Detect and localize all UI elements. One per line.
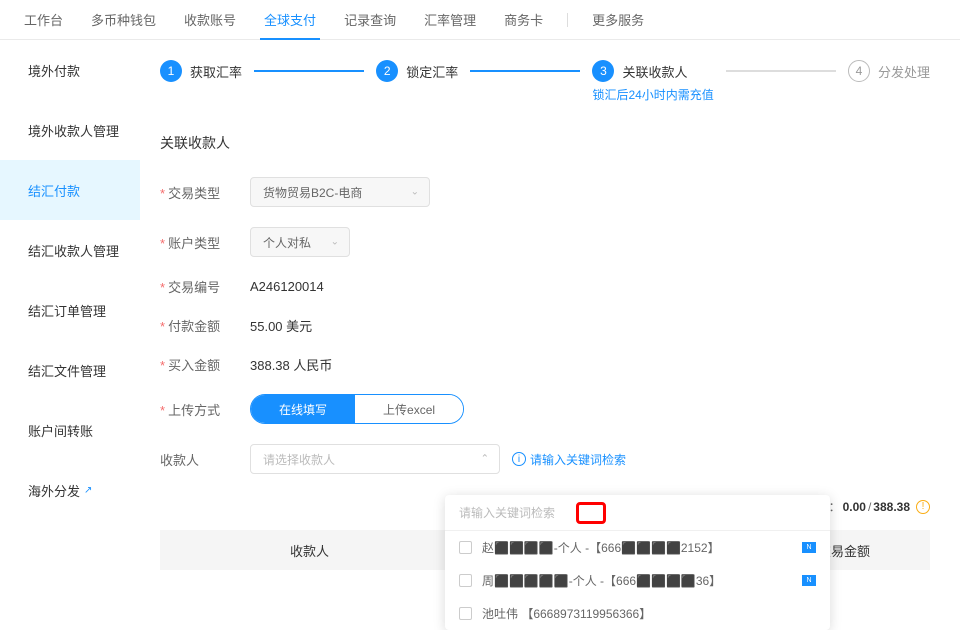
select-trade-type[interactable]: 货物贸易B2C-电商⌄ xyxy=(250,177,430,207)
row-acct-type: *账户类型 个人对私⌄ xyxy=(160,227,930,257)
label-upload: *上传方式 xyxy=(160,400,250,419)
step-4-label: 分发处理 xyxy=(878,62,930,81)
value-trade-no: A246120014 xyxy=(250,279,324,294)
tab-global-pay[interactable]: 全球支付 xyxy=(250,0,330,40)
row-upload: *上传方式 在线填写 上传excel xyxy=(160,394,930,424)
section-title: 关联收款人 xyxy=(160,133,930,153)
checkbox[interactable] xyxy=(459,607,472,620)
step-3-num: 3 xyxy=(592,60,614,82)
label-buy-amt: *买入金额 xyxy=(160,355,250,374)
dropdown-search-input[interactable] xyxy=(459,506,816,520)
payee-hint: i 请输入关键词检索 xyxy=(512,451,626,468)
payee-dropdown: 赵⬛⬛⬛⬛-个人 -【666⬛⬛⬛⬛2152】 N 周⬛⬛⬛⬛⬛-个人 -【66… xyxy=(445,495,830,630)
step-2-label: 锁定汇率 xyxy=(406,62,458,81)
dropdown-item[interactable]: 池吐伟 【6668973119956366】 xyxy=(445,597,830,630)
dropdown-item-text: 池吐伟 【6668973119956366】 xyxy=(482,605,816,622)
sidebar-overseas-distribute[interactable]: 海外分发↗ xyxy=(0,460,140,520)
select-acct-type[interactable]: 个人对私⌄ xyxy=(250,227,350,257)
row-trade-no: *交易编号 A246120014 xyxy=(160,277,930,296)
new-tag-icon: N xyxy=(802,575,816,586)
dropdown-item[interactable]: 周⬛⬛⬛⬛⬛-个人 -【666⬛⬛⬛⬛36】 N xyxy=(445,564,830,597)
step-line-3 xyxy=(726,70,836,72)
label-payee: 收款人 xyxy=(160,450,250,469)
step-3: 3 关联收款人 锁汇后24小时内需充值 xyxy=(592,60,713,103)
step-2-num: 2 xyxy=(376,60,398,82)
info-icon: i xyxy=(512,452,526,466)
select-payee[interactable]: 请选择收款人⌃ xyxy=(250,444,500,474)
step-line-1 xyxy=(254,70,364,72)
dropdown-list: 赵⬛⬛⬛⬛-个人 -【666⬛⬛⬛⬛2152】 N 周⬛⬛⬛⬛⬛-个人 -【66… xyxy=(445,531,830,630)
step-3-label: 关联收款人 xyxy=(622,62,687,81)
step-line-2 xyxy=(470,70,580,72)
tab-workbench[interactable]: 工作台 xyxy=(10,0,77,40)
label-trade-no: *交易编号 xyxy=(160,277,250,296)
step-4: 4 分发处理 xyxy=(848,60,930,82)
sidebar-overseas-payment[interactable]: 境外付款 xyxy=(0,40,140,100)
sidebar-fx-payee[interactable]: 结汇收款人管理 xyxy=(0,220,140,280)
top-tabs: 工作台 多币种钱包 收款账号 全球支付 记录查询 汇率管理 商务卡 更多服务 xyxy=(0,0,960,40)
step-2: 2 锁定汇率 xyxy=(376,60,458,82)
col-payee: 收款人 xyxy=(160,541,329,560)
main-content: 1 获取汇率 2 锁定汇率 3 关联收款人 锁汇后24小时内需充值 4 分发处理 xyxy=(140,40,960,566)
new-tag-icon: N xyxy=(802,542,816,553)
step-1: 1 获取汇率 xyxy=(160,60,242,82)
sidebar: 境外付款 境外收款人管理 结汇付款 结汇收款人管理 结汇订单管理 结汇文件管理 … xyxy=(0,40,140,566)
sidebar-fx-files[interactable]: 结汇文件管理 xyxy=(0,340,140,400)
tab-receive-account[interactable]: 收款账号 xyxy=(170,0,250,40)
steps: 1 获取汇率 2 锁定汇率 3 关联收款人 锁汇后24小时内需充值 4 分发处理 xyxy=(160,60,930,103)
row-trade-type: *交易类型 货物贸易B2C-电商⌄ xyxy=(160,177,930,207)
chevron-down-icon: ⌄ xyxy=(331,237,339,248)
tab-rate-manage[interactable]: 汇率管理 xyxy=(410,0,490,40)
sidebar-fx-order[interactable]: 结汇订单管理 xyxy=(0,280,140,340)
step-3-sub: 锁汇后24小时内需充值 xyxy=(592,86,713,103)
tab-wallet[interactable]: 多币种钱包 xyxy=(77,0,170,40)
tab-record-query[interactable]: 记录查询 xyxy=(330,0,410,40)
tab-divider xyxy=(567,13,568,27)
value-pay-amt: 55.00 美元 xyxy=(250,316,312,335)
dropdown-item[interactable]: 赵⬛⬛⬛⬛-个人 -【666⬛⬛⬛⬛2152】 N xyxy=(445,531,830,564)
checkbox[interactable] xyxy=(459,541,472,554)
dropdown-search xyxy=(445,495,830,531)
upload-online-button[interactable]: 在线填写 xyxy=(251,395,355,423)
label-pay-amt: *付款金额 xyxy=(160,316,250,335)
chevron-up-icon: ⌃ xyxy=(481,454,489,465)
step-1-label: 获取汇率 xyxy=(190,62,242,81)
warning-icon: ! xyxy=(916,500,930,514)
tab-more-services[interactable]: 更多服务 xyxy=(578,0,658,40)
chevron-down-icon: ⌄ xyxy=(411,187,419,198)
dropdown-item-text: 周⬛⬛⬛⬛⬛-个人 -【666⬛⬛⬛⬛36】 xyxy=(482,572,794,589)
upload-excel-button[interactable]: 上传excel xyxy=(355,395,463,423)
dropdown-item-text: 赵⬛⬛⬛⬛-个人 -【666⬛⬛⬛⬛2152】 xyxy=(482,539,794,556)
external-link-icon: ↗ xyxy=(84,485,92,496)
sidebar-overseas-payee[interactable]: 境外收款人管理 xyxy=(0,100,140,160)
label-trade-type: *交易类型 xyxy=(160,183,250,202)
row-buy-amt: *买入金额 388.38 人民币 xyxy=(160,355,930,374)
value-buy-amt: 388.38 人民币 xyxy=(250,355,332,374)
sidebar-fx-payment[interactable]: 结汇付款 xyxy=(0,160,140,220)
tab-business-card[interactable]: 商务卡 xyxy=(490,0,557,40)
upload-segment: 在线填写 上传excel xyxy=(250,394,464,424)
row-pay-amt: *付款金额 55.00 美元 xyxy=(160,316,930,335)
row-payee: 收款人 请选择收款人⌃ i 请输入关键词检索 xyxy=(160,444,930,474)
step-1-num: 1 xyxy=(160,60,182,82)
checkbox[interactable] xyxy=(459,574,472,587)
label-acct-type: *账户类型 xyxy=(160,233,250,252)
step-4-num: 4 xyxy=(848,60,870,82)
sidebar-inter-transfer[interactable]: 账户间转账 xyxy=(0,400,140,460)
